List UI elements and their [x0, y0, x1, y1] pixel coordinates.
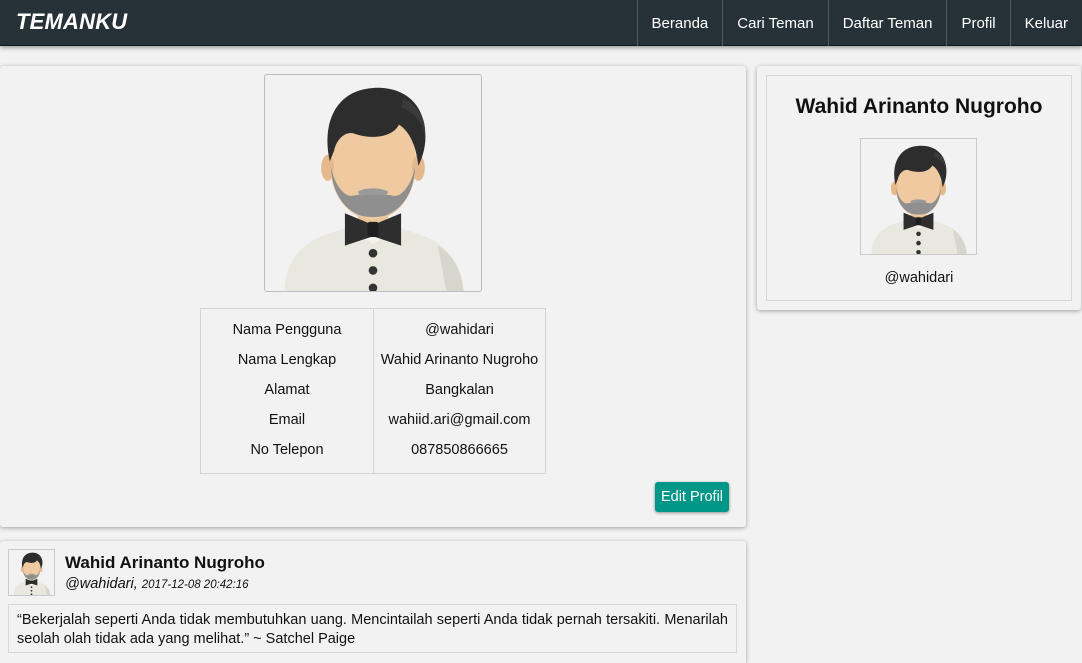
value-nama-lengkap: Wahid Arinanto Nugroho [380, 351, 539, 368]
post-author-name[interactable]: Wahid Arinanto Nugroho [65, 553, 265, 573]
label-no-telepon: No Telepon [200, 435, 374, 474]
post-avatar[interactable] [8, 549, 55, 596]
nav-item-keluar[interactable]: Keluar [1009, 0, 1082, 46]
nav-item-beranda[interactable]: Beranda [636, 0, 723, 46]
side-profile-panel: Wahid Arinanto Nugroho @wahidari [766, 75, 1072, 301]
navbar: TEMANKU Beranda Cari Teman Daftar Teman … [0, 0, 1082, 46]
side-profile-name: Wahid Arinanto Nugroho [795, 95, 1043, 118]
profile-card: Nama Pengguna @wahidari Nama Lengkap Wah… [0, 66, 746, 527]
table-row: Nama Pengguna @wahidari [200, 308, 546, 345]
label-nama-pengguna: Nama Pengguna [200, 308, 374, 345]
post-meta: @wahidari, 2017-12-08 20:42:16 [65, 576, 249, 592]
label-alamat: Alamat [200, 374, 374, 406]
post-text: “Bekerjalah seperti Anda tidak membutuhk… [8, 604, 737, 653]
value-email: wahiid.ari@gmail.com [388, 412, 531, 429]
avatar-icon [284, 87, 464, 291]
side-profile-card: Wahid Arinanto Nugroho @wahidari [757, 66, 1081, 310]
nav-links: Beranda Cari Teman Daftar Teman Profil K… [636, 0, 1082, 46]
post-timestamp: 2017-12-08 20:42:16 [141, 579, 249, 591]
table-row: Alamat Bangkalan [200, 374, 546, 406]
label-email: Email [200, 405, 374, 436]
side-profile-username: @wahidari [884, 270, 954, 286]
table-row: Nama Lengkap Wahid Arinanto Nugroho [200, 344, 546, 375]
table-row: Email wahiid.ari@gmail.com [200, 405, 546, 436]
value-no-telepon: 087850866665 [411, 442, 508, 459]
value-nama-pengguna: @wahidari [425, 321, 494, 338]
nav-item-daftar-teman[interactable]: Daftar Teman [827, 0, 947, 46]
post-author-username: @wahidari, [65, 576, 138, 592]
profile-photo [264, 74, 482, 292]
brand-logo[interactable]: TEMANKU [16, 9, 127, 35]
avatar-icon [13, 552, 51, 595]
post-card: Wahid Arinanto Nugroho @wahidari, 2017-1… [0, 541, 746, 663]
value-alamat: Bangkalan [425, 382, 494, 399]
avatar-icon [871, 145, 967, 254]
nav-item-profil[interactable]: Profil [946, 0, 1009, 46]
table-row: No Telepon 087850866665 [200, 435, 546, 474]
label-nama-lengkap: Nama Lengkap [200, 344, 374, 375]
side-profile-photo [860, 138, 977, 255]
edit-profile-button[interactable]: Edit Profil [655, 482, 729, 512]
nav-item-cari-teman[interactable]: Cari Teman [722, 0, 827, 46]
profile-info-table: Nama Pengguna @wahidari Nama Lengkap Wah… [200, 308, 546, 475]
